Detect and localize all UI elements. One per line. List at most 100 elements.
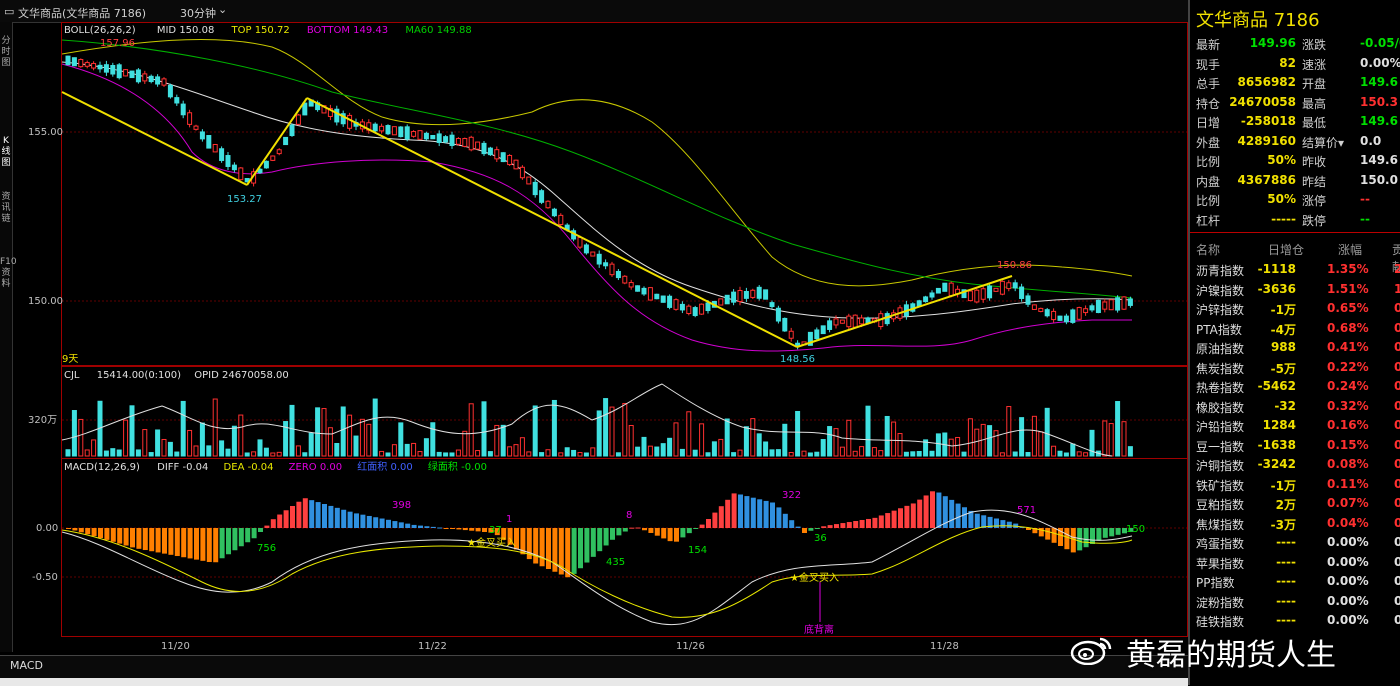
volume-bar [475,450,481,457]
index-daily-oi: -1118 [1257,262,1296,276]
volume-bar [1063,452,1069,457]
x-axis-1128: 11/28 [930,641,959,652]
index-row[interactable]: 原油指数 988 0.41% 0 [1190,340,1400,360]
index-name: 淀粉指数 [1196,595,1245,610]
candle-body [1070,309,1076,323]
volume-bar [743,426,749,457]
macd-bar [680,528,686,538]
kline-chart[interactable]: 155.00 150.00 320万 0.00 -0.50 11/20 11/2… [12,22,1188,655]
volume-bar [654,446,660,457]
index-row[interactable]: 橡胶指数 -32 0.32% 0 [1190,399,1400,419]
index-change: 0.00% [1327,554,1369,569]
volume-bar [385,452,391,457]
quote-value: 50% [1267,153,1296,167]
boll-top-line [61,38,1133,287]
tab-f10[interactable]: F10资料 [0,257,17,290]
tab-macd[interactable]: MACD [10,659,43,672]
cjl-value: 15414.00(0:100) [97,370,181,381]
index-row[interactable]: 沪铜指数 -3242 0.08% 0 [1190,457,1400,477]
volume-bar [289,404,295,457]
window-menu-icon[interactable]: ▭ [4,5,14,18]
trendlines [61,91,1013,348]
index-header-delta[interactable]: 日增仓 [1268,241,1304,258]
macd-bar [667,528,673,542]
quote-value: 150.0 [1360,172,1398,187]
macd-bar [533,528,539,564]
candle-body [212,143,218,153]
quote-row: 比例 50% 涨停 -- [1190,192,1400,212]
candle-body [846,315,852,328]
index-row[interactable]: 淀粉指数 ---- 0.00% 0 [1190,594,1400,614]
index-row[interactable]: 焦煤指数 -3万 0.04% 0 [1190,516,1400,536]
candle-body [1057,315,1063,321]
index-name: 原油指数 [1196,342,1245,356]
tab-kline[interactable]: K线图 [0,136,12,169]
macd-label-8: 8 [626,510,632,521]
quote-value: 150.3 [1360,94,1398,109]
macd-bar [322,504,327,528]
volume-bar [788,452,794,457]
macd-bar [910,503,916,528]
quote-label: 涨停 [1302,194,1327,208]
candle-body [1115,297,1121,311]
candle-body [97,64,103,70]
macd-bar [418,525,423,528]
volume-bar [820,439,826,457]
macd-bar [155,528,161,553]
macd-bar [936,492,942,528]
volume-bar [891,421,897,457]
candle-body [84,62,90,67]
macd-bar [379,518,385,528]
volume-bar [295,445,301,457]
index-row[interactable]: PTA指数 -4万 0.68% 0 [1190,321,1400,341]
macd-bar [85,528,91,535]
opid-value: OPID 24670058.00 [194,370,289,381]
candle-body [539,190,545,203]
macd-bar [328,505,334,528]
chevron-down-icon[interactable]: ⌄ [218,3,227,16]
macd-bar [78,528,84,533]
candle-body [737,290,743,302]
volume-bar [219,440,225,457]
index-row[interactable]: 沪锌指数 -1万 0.65% 0 [1190,301,1400,321]
index-contribution: 0 [1394,594,1400,608]
index-header-change[interactable]: 涨幅 [1338,241,1362,258]
index-row[interactable]: 热卷指数 -5462 0.24% 0 [1190,379,1400,399]
index-row[interactable]: 沪镍指数 -3636 1.51% 1 [1190,282,1400,302]
trendline-down-2 [306,97,798,348]
macd-bar [1090,528,1095,544]
x-axis-1126: 11/26 [676,641,705,652]
index-name: 沪铅指数 [1196,420,1245,434]
index-name: 沪铜指数 [1196,459,1245,473]
volume-bar [993,430,999,457]
candle-body [455,138,461,145]
index-daily-oi: 988 [1270,340,1296,354]
index-row[interactable]: 焦炭指数 -5万 0.22% 0 [1190,360,1400,380]
quote-label: 昨结 [1302,174,1327,189]
volume-bar [423,438,429,457]
period-selector[interactable]: 30分钟 [180,5,216,21]
index-row[interactable]: 苹果指数 ---- 0.00% 0 [1190,555,1400,575]
volume-bar [859,446,865,457]
volume-bar [449,452,455,457]
index-change: 0.32% [1327,398,1369,413]
volume-bar [1108,423,1114,457]
index-row[interactable]: 沪铅指数 1284 0.16% 0 [1190,418,1400,438]
index-row[interactable]: 豆粕指数 2万 0.07% 0 [1190,496,1400,516]
candle-body [551,208,557,217]
volume-axis-label: 320万 [28,415,57,426]
tab-news[interactable]: 资讯链 [0,192,12,225]
quote-value: 149.6 [1360,114,1398,128]
index-row[interactable]: 沥青指数 -1118 1.35% 2 [1190,262,1400,282]
index-row[interactable]: PP指数 ---- 0.00% 0 [1190,574,1400,594]
index-row[interactable]: 鸡蛋指数 ---- 0.00% 0 [1190,535,1400,555]
volume-bar [379,450,385,457]
index-row[interactable]: 豆一指数 -1638 0.15% 0 [1190,438,1400,458]
index-row[interactable]: 铁矿指数 -1万 0.11% 0 [1190,477,1400,497]
tab-timeshare[interactable]: 分时图 [0,36,12,69]
macd-name: MACD(12,26,9) [64,462,140,473]
macd-bar [1083,528,1089,548]
index-header-name[interactable]: 名称 [1196,241,1220,258]
candle-body [583,244,589,254]
volume-bar [436,451,442,457]
